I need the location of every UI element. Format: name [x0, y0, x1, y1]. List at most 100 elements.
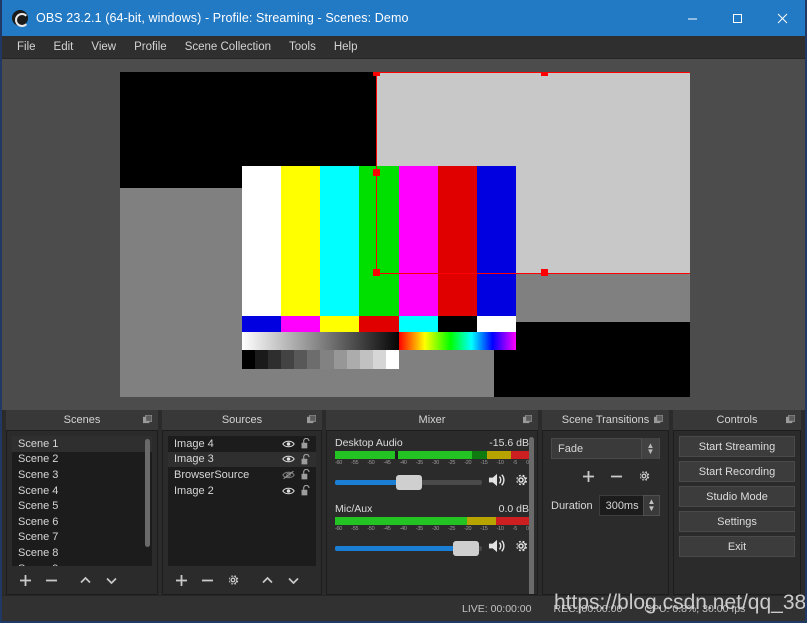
maximize-icon[interactable] [715, 0, 760, 36]
add-source-button[interactable] [169, 569, 193, 591]
source-properties-button[interactable] [221, 569, 245, 591]
scene-list-item[interactable]: Scene 3 [12, 467, 152, 483]
float-dock-icon[interactable] [307, 415, 316, 424]
preview-area[interactable] [2, 59, 805, 410]
volume-slider[interactable] [335, 475, 482, 490]
eye-visible-icon[interactable] [282, 439, 295, 449]
move-source-up-button[interactable] [255, 569, 279, 591]
menu-scene-collection[interactable]: Scene Collection [176, 38, 280, 56]
scene-label: Scene 1 [18, 437, 59, 450]
test-pattern-bar [385, 350, 399, 369]
float-dock-icon[interactable] [143, 415, 152, 424]
scene-list-item[interactable]: Scene 5 [12, 498, 152, 514]
meter-tick: -35 [415, 526, 423, 532]
eye-hidden-icon[interactable] [282, 470, 295, 480]
remove-transition-button[interactable] [604, 465, 628, 487]
menu-tools[interactable]: Tools [280, 38, 325, 56]
meter-tick: -30 [431, 460, 439, 466]
menu-view[interactable]: View [82, 38, 125, 56]
scene-label: Scene 8 [18, 546, 59, 559]
move-scene-up-button[interactable] [73, 569, 97, 591]
close-icon[interactable] [760, 0, 805, 36]
test-pattern-bar [346, 350, 360, 369]
test-pattern-bar [437, 166, 477, 316]
eye-visible-icon[interactable] [282, 454, 295, 464]
scenes-scrollbar[interactable] [145, 439, 150, 547]
menu-help[interactable]: Help [325, 38, 367, 56]
scene-list-item[interactable]: Scene 4 [12, 483, 152, 499]
source-list-item[interactable]: BrowserSource [168, 467, 316, 483]
test-pattern-bar [359, 166, 399, 316]
lock-open-icon[interactable] [301, 453, 310, 465]
source-row-icons [282, 438, 310, 449]
remove-source-button[interactable] [195, 569, 219, 591]
menu-edit[interactable]: Edit [45, 38, 83, 56]
lock-open-icon[interactable] [301, 469, 310, 480]
start-streaming-button[interactable]: Start Streaming [679, 436, 795, 457]
studio-mode-button[interactable]: Studio Mode [679, 486, 795, 507]
move-source-down-button[interactable] [281, 569, 305, 591]
meter-tick: -55 [351, 460, 359, 466]
scene-list-item[interactable]: Scene 8 [12, 545, 152, 561]
add-scene-button[interactable] [13, 569, 37, 591]
menu-profile[interactable]: Profile [125, 38, 176, 56]
gear-icon[interactable] [513, 472, 529, 493]
test-pattern-bar [437, 316, 477, 332]
mixer-fader-row [335, 538, 529, 559]
test-pattern-bar [281, 350, 295, 369]
source-list-item[interactable]: Image 2 [168, 483, 316, 499]
gear-icon[interactable] [513, 538, 529, 559]
speaker-icon[interactable] [488, 472, 507, 493]
scenes-list[interactable]: Scene 1 Scene 2 Scene 3 Scene 4 Scene 5 … [12, 436, 152, 566]
meter-tick: -25 [448, 526, 456, 532]
sources-list[interactable]: Image 4 Image 3 BrowserSource Image 2 [168, 436, 316, 566]
speaker-icon[interactable] [488, 538, 507, 559]
transition-properties-button[interactable] [632, 465, 656, 487]
menu-file[interactable]: File [8, 38, 45, 56]
source-row-icons [282, 485, 310, 496]
volume-slider[interactable] [335, 541, 482, 556]
lock-open-icon[interactable] [301, 485, 310, 496]
scene-list-item[interactable]: Scene 7 [12, 530, 152, 546]
transition-select[interactable]: Fade ▲ ▼ [551, 438, 660, 459]
start-recording-button[interactable]: Start Recording [679, 461, 795, 482]
gear-icon [639, 471, 650, 481]
preview-canvas[interactable] [120, 72, 690, 397]
eye-visible-icon[interactable] [282, 486, 295, 496]
scene-list-item[interactable]: Scene 1 [12, 436, 152, 452]
volume-slider-handle[interactable] [452, 541, 479, 556]
float-dock-icon[interactable] [523, 415, 532, 424]
move-scene-down-button[interactable] [99, 569, 123, 591]
test-pattern-bar [255, 350, 269, 369]
audio-meter [335, 451, 529, 459]
scene-list-item[interactable]: Scene 6 [12, 514, 152, 530]
chevron-updown-icon[interactable]: ▲ ▼ [641, 438, 659, 459]
settings-button[interactable]: Settings [679, 511, 795, 532]
spinner-arrows-icon[interactable]: ▲ ▼ [643, 495, 660, 516]
rainbow-gradient [399, 332, 516, 350]
color-bars-top [242, 166, 516, 316]
exit-button[interactable]: Exit [679, 536, 795, 557]
float-dock-icon[interactable] [786, 415, 795, 424]
color-bars-reverse [242, 316, 516, 332]
float-dock-icon[interactable] [654, 415, 663, 424]
window-controls [670, 0, 805, 36]
dock-row: Scenes Scene 1 Scene 2 Scene 3 Scene 4 S… [2, 410, 805, 595]
remove-scene-button[interactable] [39, 569, 63, 591]
scene-list-item[interactable]: Scene 9 [12, 561, 152, 566]
source-list-item[interactable]: Image 3 [168, 451, 316, 468]
test-pattern-bar [320, 316, 360, 332]
test-pattern-bar [242, 350, 256, 369]
controls-dock: Controls Start Streaming Start Recording… [673, 410, 801, 595]
volume-slider-handle[interactable] [395, 475, 422, 490]
meter-tick: -20 [464, 460, 472, 466]
duration-input[interactable]: 300ms ▲ ▼ [598, 495, 660, 516]
scene-list-item[interactable]: Scene 2 [12, 452, 152, 468]
transition-duration-row: Duration 300ms ▲ ▼ [551, 495, 660, 516]
mixer-scrollbar[interactable] [529, 437, 534, 594]
minimize-icon[interactable] [670, 0, 715, 36]
mixer-track-level: -15.6 dB [489, 437, 529, 449]
add-transition-button[interactable] [576, 465, 600, 487]
source-list-item[interactable]: Image 4 [168, 436, 316, 452]
lock-open-icon[interactable] [301, 438, 310, 449]
